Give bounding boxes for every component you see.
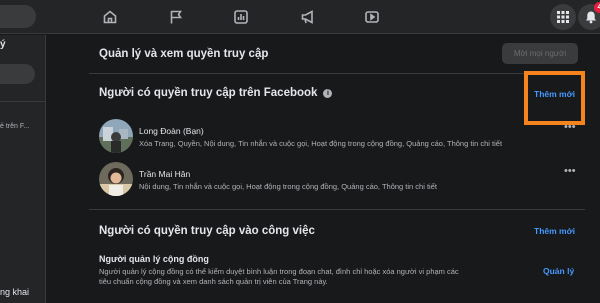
megaphone-icon[interactable] <box>298 7 318 27</box>
more-options-icon[interactable]: ••• <box>564 122 576 133</box>
avatar[interactable] <box>99 162 133 196</box>
facebook-access-section-title: Người có quyền truy cập trên Facebook i <box>99 87 333 99</box>
person-row-long-doan: Long Đoàn (Bạn) Xóa Trang, Quyền, Nội du… <box>99 119 579 155</box>
role-description: Người quản lý cộng đồng có thể kiểm duyệ… <box>99 267 459 286</box>
search-bar[interactable] <box>0 5 36 28</box>
header-divider <box>89 73 585 74</box>
add-new-task-access-button[interactable]: Thêm mới <box>534 226 575 236</box>
highlight-box <box>524 71 585 125</box>
person-row-tran-mai-han: Trần Mai Hân Nội dung, Tin nhắn và cuộc … <box>99 162 579 198</box>
avatar[interactable] <box>99 119 133 153</box>
person-permissions: Nội dung, Tin nhắn và cuộc gọi, Hoạt độn… <box>139 182 437 191</box>
role-title: Người quản lý cộng đồng <box>99 254 209 264</box>
flag-icon[interactable] <box>166 7 186 27</box>
top-navigation-bar: 4 <box>0 0 600 34</box>
insights-icon[interactable] <box>231 7 251 27</box>
sidebar-heading: ý <box>0 39 6 50</box>
access-management-panel: Quản lý và xem quyền truy cập Mời mọi ng… <box>47 35 600 303</box>
sidebar-search-input[interactable] <box>0 64 35 84</box>
sidebar-item[interactable]: ẻ trên F... <box>0 123 29 130</box>
section-divider <box>89 209 585 210</box>
notification-badge: 4 <box>594 2 600 13</box>
left-sidebar: ý ẻ trên F... ng khai <box>0 35 46 303</box>
invite-people-button[interactable]: Mời mọi người <box>502 43 578 64</box>
person-name[interactable]: Long Đoàn (Bạn) <box>139 126 204 136</box>
info-icon[interactable]: i <box>323 89 333 98</box>
person-name[interactable]: Trần Mai Hân <box>139 169 190 179</box>
menu-grid-icon[interactable] <box>550 4 576 30</box>
page-title: Quản lý và xem quyền truy cập <box>99 48 269 60</box>
home-icon[interactable] <box>100 7 120 27</box>
person-permissions: Xóa Trang, Quyền, Nội dung, Tin nhắn và … <box>139 139 503 148</box>
video-icon[interactable] <box>362 7 382 27</box>
task-access-section-title: Người có quyền truy cập vào công việc <box>99 225 315 237</box>
sidebar-divider <box>0 101 45 102</box>
sidebar-item-bottom[interactable]: ng khai <box>0 287 29 297</box>
facebook-access-title-text: Người có quyền truy cập trên Facebook <box>99 87 318 99</box>
manage-role-button[interactable]: Quản lý <box>543 266 574 276</box>
more-options-icon[interactable]: ••• <box>564 166 576 177</box>
